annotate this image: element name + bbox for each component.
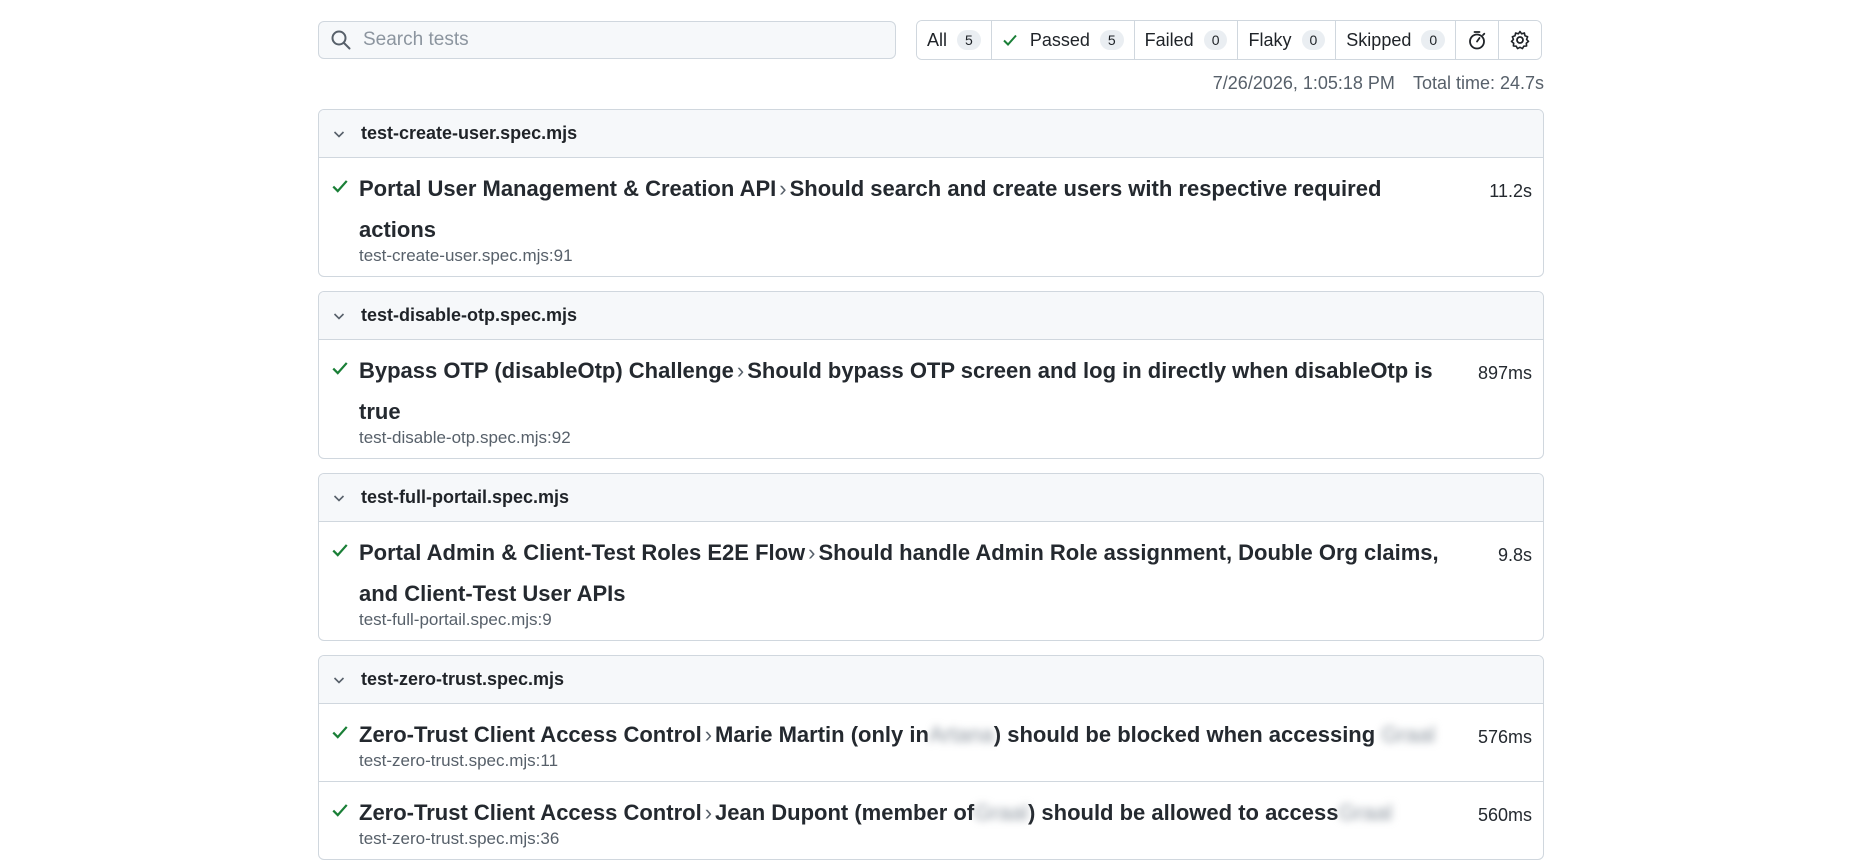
test-row[interactable]: Portal Admin & Client-Test Roles E2E Flo… (319, 522, 1543, 640)
test-file-name: test-zero-trust.spec.mjs (361, 669, 565, 689)
test-name-part: Jean Dupont (member of (715, 800, 975, 825)
test-file-name: test-disable-otp.spec.mjs (361, 305, 578, 325)
redacted-text: Artana (928, 722, 994, 747)
title-separator: › (808, 540, 816, 565)
settings-button[interactable] (1499, 21, 1542, 59)
test-title[interactable]: Portal Admin & Client-Test Roles E2E Flo… (359, 532, 1531, 614)
test-row[interactable]: Zero-Trust Client Access Control › Marie M… (319, 704, 1543, 781)
chevron-down-icon (333, 130, 345, 138)
title-separator: › (704, 800, 713, 825)
status-filter-bar: All 5 Passed 5 Failed 0 Flaky 0 Skipped … (916, 20, 1543, 60)
filter-all[interactable]: All 5 (917, 21, 992, 59)
check-icon (332, 544, 348, 557)
test-title[interactable]: Bypass OTP (disableOtp) Challenge › Should… (359, 350, 1531, 432)
test-file-name: test-full-portail.spec.mjs (361, 487, 570, 507)
run-metadata: 7/26/2026, 1:05:18 PM Total time: 24.7s (318, 73, 1544, 95)
check-icon (332, 180, 348, 193)
filter-label: Skipped (1346, 29, 1412, 50)
test-file-header[interactable]: test-disable-otp.spec.mjs (319, 292, 1543, 340)
filter-count: 0 (1421, 30, 1446, 50)
chevron-down-icon (333, 676, 345, 684)
filter-skipped[interactable]: Skipped 0 (1336, 21, 1457, 59)
filter-label: Passed (1029, 29, 1090, 50)
test-name-part: ) should be blocked when accessing (993, 722, 1376, 747)
chevron-down-icon (333, 312, 345, 320)
test-suite: Portal User Management & Creation API (359, 176, 777, 201)
test-file-header[interactable]: test-create-user.spec.mjs (319, 110, 1543, 158)
filter-count: 0 (1301, 30, 1326, 50)
title-separator: › (704, 722, 713, 747)
filter-count: 0 (1203, 30, 1228, 50)
check-icon (332, 362, 348, 375)
test-row[interactable]: Bypass OTP (disableOtp) Challenge › Should… (319, 340, 1543, 458)
check-icon (332, 804, 348, 817)
test-duration: 576ms (1477, 727, 1532, 747)
test-title[interactable]: Zero-Trust Client Access Control › Marie M… (359, 714, 1531, 755)
test-file-group: test-disable-otp.spec.mjs Bypass OTP (di… (318, 291, 1544, 459)
test-file-name: test-create-user.spec.mjs (361, 123, 578, 143)
gear-icon (1510, 30, 1530, 50)
stopwatch-icon (1469, 31, 1486, 50)
test-row[interactable]: Zero-Trust Client Access Control › Jean Du… (319, 781, 1543, 859)
title-separator: › (779, 176, 787, 201)
test-file-group: test-full-portail.spec.mjs Portal Admin … (318, 473, 1544, 641)
search-icon (331, 30, 351, 50)
filter-passed[interactable]: Passed 5 (991, 21, 1135, 59)
run-timestamp: 7/26/2026, 1:05:18 PM (1212, 73, 1395, 93)
total-time: Total time: 24.7s (1412, 73, 1544, 93)
test-duration: 897ms (1477, 363, 1532, 383)
filter-flaky[interactable]: Flaky 0 (1238, 21, 1337, 59)
test-duration: 9.8s (1497, 545, 1532, 565)
filter-label: Flaky (1248, 29, 1292, 50)
check-icon (332, 726, 348, 739)
filter-count: 5 (1099, 30, 1124, 50)
speedboard-button[interactable] (1456, 21, 1500, 59)
report-container: All 5 Passed 5 Failed 0 Flaky 0 Skipped … (318, 20, 1544, 860)
test-suite: Zero-Trust Client Access Control (359, 722, 702, 747)
chevron-down-icon (333, 494, 345, 502)
test-file-group: test-zero-trust.spec.mjs Zero-Trust Clie… (318, 655, 1544, 860)
filter-label: All (927, 29, 948, 50)
test-duration: 560ms (1477, 805, 1532, 825)
test-duration: 11.2s (1489, 181, 1532, 201)
test-location[interactable]: test-full-portail.spec.mjs:9 (359, 610, 1531, 630)
test-suite: Bypass OTP (disableOtp) Challenge (359, 358, 734, 383)
filter-failed[interactable]: Failed 0 (1134, 21, 1239, 59)
test-file-header[interactable]: test-zero-trust.spec.mjs (319, 656, 1543, 704)
redacted-text: Graal (1381, 722, 1436, 747)
test-title[interactable]: Portal User Management & Creation API › Sh… (359, 168, 1531, 250)
test-location[interactable]: test-create-user.spec.mjs:91 (359, 246, 1531, 266)
filter-label: Failed (1144, 29, 1194, 50)
test-file-header[interactable]: test-full-portail.spec.mjs (319, 474, 1543, 522)
title-separator: › (736, 358, 745, 383)
test-suite: Portal Admin & Client-Test Roles E2E Flo… (359, 540, 806, 565)
test-suite: Zero-Trust Client Access Control (359, 800, 702, 825)
test-file-group: test-create-user.spec.mjs Portal User Ma… (318, 109, 1544, 277)
search-input[interactable] (361, 28, 865, 52)
search-box[interactable] (318, 21, 896, 59)
test-location[interactable]: test-disable-otp.spec.mjs:92 (359, 428, 1531, 448)
test-name-part: Marie Martin (only in (715, 722, 929, 747)
filter-count: 5 (957, 30, 981, 50)
test-title[interactable]: Zero-Trust Client Access Control › Jean Du… (359, 792, 1531, 833)
check-icon (1003, 34, 1017, 46)
redacted-text: Graal (1338, 800, 1393, 825)
test-row[interactable]: Portal User Management & Creation API › Sh… (319, 158, 1543, 276)
test-name-part: ) should be allowed to access (1027, 800, 1339, 825)
redacted-text: Graal (974, 800, 1028, 825)
toolbar: All 5 Passed 5 Failed 0 Flaky 0 Skipped … (318, 20, 1544, 60)
